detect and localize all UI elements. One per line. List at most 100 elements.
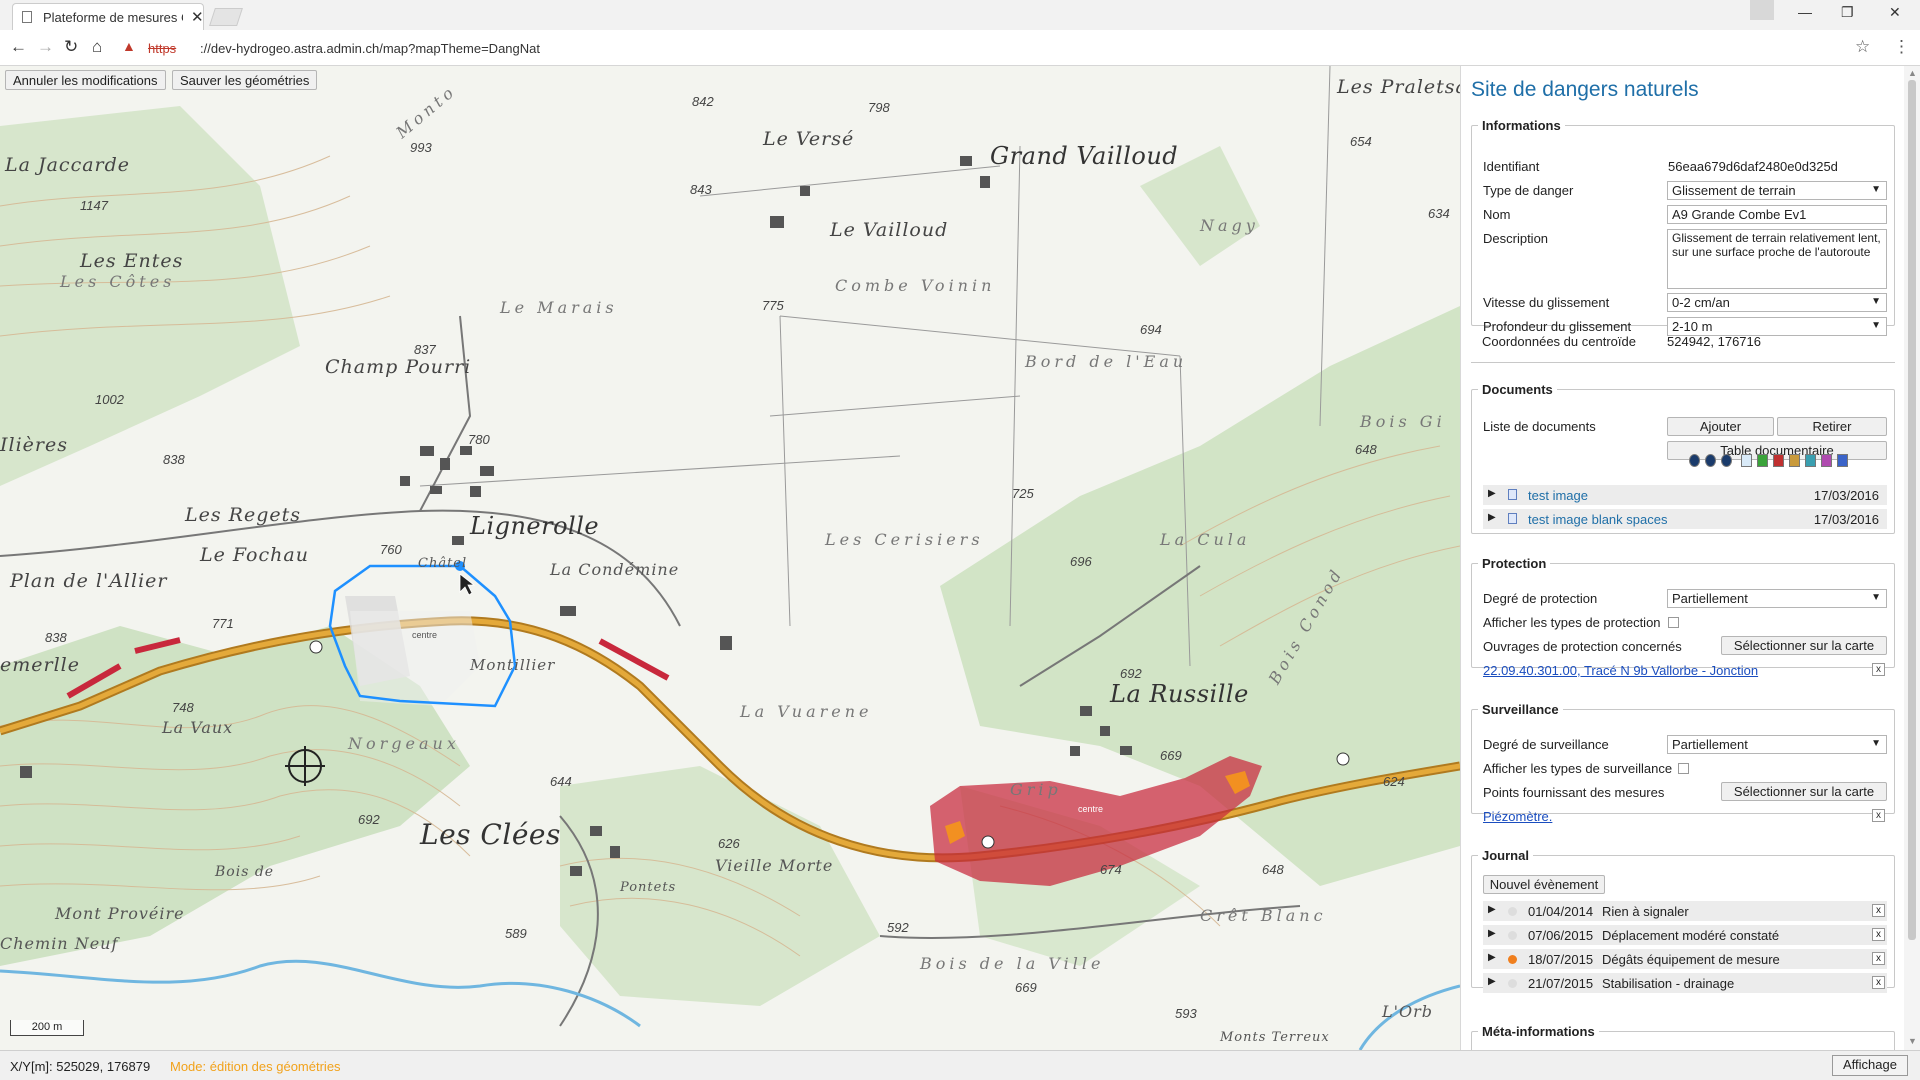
select-on-map-button[interactable]: Sélectionner sur la carte xyxy=(1721,782,1887,801)
doc-type-icon[interactable] xyxy=(1689,454,1700,467)
map-label: Montillier xyxy=(470,656,556,674)
journal-entry[interactable]: ▶ 18/07/2015 Dégâts équipement de mesure… xyxy=(1483,949,1887,969)
remove-icon[interactable]: x xyxy=(1872,809,1885,822)
altitude-label: 648 xyxy=(1262,862,1284,877)
image-file-icon xyxy=(1508,513,1517,524)
remove-icon[interactable]: x xyxy=(1872,976,1885,989)
back-icon[interactable]: ← xyxy=(10,37,27,57)
scroll-up-icon[interactable]: ▲ xyxy=(1908,68,1917,78)
forward-icon[interactable]: → xyxy=(37,37,54,57)
journal-entry[interactable]: ▶ 01/04/2014 Rien à signaler x xyxy=(1483,901,1887,921)
scroll-down-icon[interactable]: ▼ xyxy=(1908,1036,1917,1046)
protection-work-link[interactable]: 22.09.40.301.00, Tracé N 9b Vallorbe - J… xyxy=(1483,663,1758,678)
new-event-button[interactable]: Nouvel évènement xyxy=(1483,875,1605,894)
panel-scrollbar[interactable]: ▲ ▼ xyxy=(1904,66,1920,1050)
menu-icon[interactable]: ⋮ xyxy=(1893,37,1910,57)
doc-type-icon[interactable] xyxy=(1789,454,1800,467)
journal-entry[interactable]: ▶ 21/07/2015 Stabilisation - drainage x xyxy=(1483,973,1887,993)
expand-icon[interactable]: ▶ xyxy=(1488,488,1496,499)
url-field[interactable]: ▲ https ://dev-hydrogeo.astra.admin.ch/m… xyxy=(118,35,1858,61)
map-label: Champ Pourri xyxy=(325,356,472,378)
close-window-icon[interactable]: ✕ xyxy=(1889,4,1901,21)
map-label: Vieille Morte xyxy=(715,856,834,875)
altitude-label: 589 xyxy=(505,926,527,941)
minimize-icon[interactable]: — xyxy=(1798,4,1812,20)
journal-date: 18/07/2015 xyxy=(1528,952,1594,967)
altitude-label: 760 xyxy=(380,542,402,557)
centroid-coordinates: 524942, 176716 xyxy=(1667,334,1761,349)
doc-type-icon[interactable] xyxy=(1757,454,1768,467)
altitude-label: 592 xyxy=(887,920,909,935)
save-geometries-button[interactable]: Sauver les géométries xyxy=(172,70,318,90)
informations-section: Informations Identifiant 56eaa679d6daf24… xyxy=(1471,118,1895,336)
reload-icon[interactable]: ↻ xyxy=(64,37,78,57)
select-on-map-button[interactable]: Sélectionner sur la carte xyxy=(1721,636,1887,655)
document-name[interactable]: test image blank spaces xyxy=(1528,512,1667,527)
doc-type-icon[interactable] xyxy=(1741,454,1752,467)
altitude-label: 780 xyxy=(468,432,490,447)
expand-icon[interactable]: ▶ xyxy=(1488,512,1496,523)
home-icon[interactable]: ⌂ xyxy=(92,37,102,57)
show-surveillance-types-checkbox[interactable] xyxy=(1678,763,1689,774)
expand-icon[interactable]: ▶ xyxy=(1488,952,1496,963)
restore-icon[interactable]: ❐ xyxy=(1841,4,1854,21)
cancel-changes-button[interactable]: Annuler les modifications xyxy=(5,70,166,90)
degre-protection-select[interactable]: Partiellement ▼ xyxy=(1667,589,1887,608)
field-label: Nom xyxy=(1483,207,1511,222)
vitesse-select[interactable]: 0-2 cm/an ▼ xyxy=(1667,293,1887,312)
document-name[interactable]: test image xyxy=(1528,488,1588,503)
show-protection-types-checkbox[interactable] xyxy=(1668,617,1679,628)
altitude-label: 692 xyxy=(1120,666,1142,681)
expand-icon[interactable]: ▶ xyxy=(1488,976,1496,987)
map-label: La Jaccarde xyxy=(5,154,131,176)
journal-entry[interactable]: ▶ 07/06/2015 Déplacement modéré constaté… xyxy=(1483,925,1887,945)
description-textarea[interactable]: Glissement de terrain relativement lent,… xyxy=(1667,229,1887,289)
doc-type-icon[interactable] xyxy=(1705,454,1716,467)
bookmark-star-icon[interactable]: ☆ xyxy=(1855,37,1870,57)
nom-input[interactable]: A9 Grande Combe Ev1 xyxy=(1667,205,1887,224)
remove-icon[interactable]: x xyxy=(1872,663,1885,676)
remove-document-button[interactable]: Retirer xyxy=(1777,417,1887,436)
map-label: Les Clées xyxy=(420,818,561,851)
altitude-label: 838 xyxy=(163,452,185,467)
status-dot xyxy=(1508,955,1517,964)
chevron-down-icon: ▼ xyxy=(1871,184,1881,195)
section-legend: Documents xyxy=(1482,382,1553,397)
expand-icon[interactable]: ▶ xyxy=(1488,928,1496,939)
page-icon xyxy=(22,11,32,23)
type-danger-select[interactable]: Glissement de terrain ▼ xyxy=(1667,181,1887,200)
affichage-button[interactable]: Affichage xyxy=(1832,1055,1908,1076)
expand-icon[interactable]: ▶ xyxy=(1488,904,1496,915)
doc-type-icon[interactable] xyxy=(1773,454,1784,467)
map-view[interactable]: Monto La Jaccarde Les Entes Les Côtes Ch… xyxy=(0,66,1460,1050)
map-label: emerlle xyxy=(0,654,80,676)
url-scheme: https xyxy=(148,41,177,56)
select-value: 2-10 m xyxy=(1672,319,1713,334)
doc-type-icon[interactable] xyxy=(1805,454,1816,467)
map-label: Bois Gi xyxy=(1360,412,1446,431)
new-tab-button[interactable] xyxy=(209,8,243,26)
document-row[interactable]: ▶ test image blank spaces 17/03/2016 xyxy=(1483,509,1887,529)
browser-tab[interactable]: Plateforme de mesures C ✕ xyxy=(12,3,204,30)
remove-icon[interactable]: x xyxy=(1872,928,1885,941)
add-document-button[interactable]: Ajouter xyxy=(1667,417,1774,436)
journal-text: Stabilisation - drainage xyxy=(1602,976,1735,991)
document-row[interactable]: ▶ test image 17/03/2016 xyxy=(1483,485,1887,505)
doc-type-icon[interactable] xyxy=(1821,454,1832,467)
field-label: Identifiant xyxy=(1483,159,1540,174)
close-tab-icon[interactable]: ✕ xyxy=(191,8,204,26)
remove-icon[interactable]: x xyxy=(1872,904,1885,917)
field-label: Points fournissant des mesures xyxy=(1483,785,1665,800)
measurement-point-link[interactable]: Piézomètre. xyxy=(1483,809,1552,824)
remove-icon[interactable]: x xyxy=(1872,952,1885,965)
warning-icon: ▲ xyxy=(122,38,136,54)
degre-surveillance-select[interactable]: Partiellement ▼ xyxy=(1667,735,1887,754)
select-value: Partiellement xyxy=(1672,737,1748,752)
doc-type-icon[interactable] xyxy=(1837,454,1848,467)
map-label: Les Cerisiers xyxy=(825,530,984,549)
scroll-thumb[interactable] xyxy=(1908,80,1916,940)
doc-type-icon[interactable] xyxy=(1721,454,1732,467)
map-label: Pontets xyxy=(620,880,677,895)
user-profile-icon[interactable] xyxy=(1750,0,1774,20)
altitude-label: 654 xyxy=(1350,134,1372,149)
